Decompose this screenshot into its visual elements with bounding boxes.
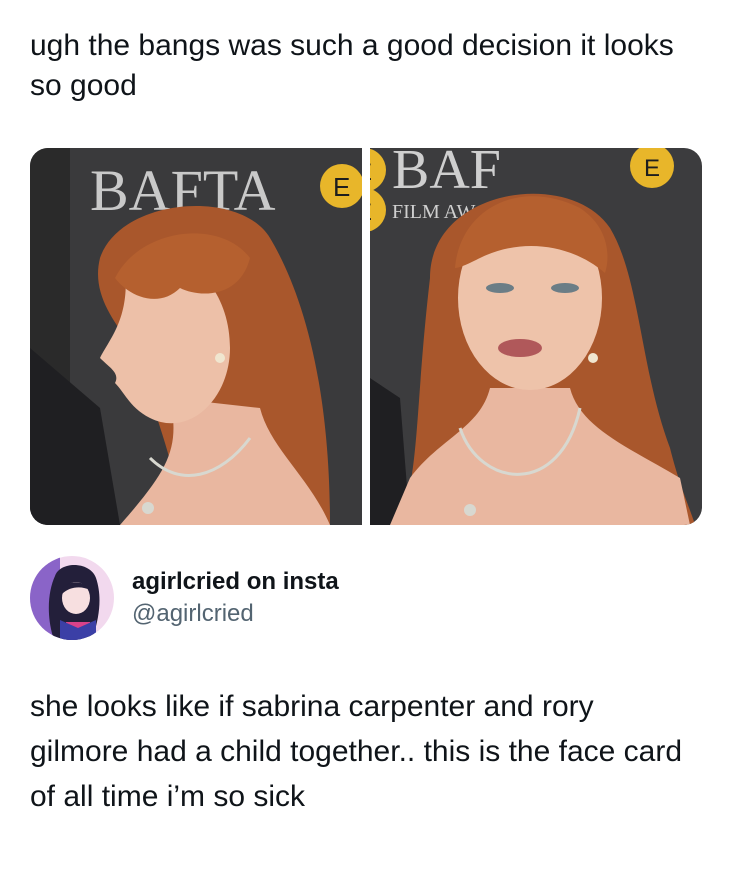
backdrop-text-right: BAF (392, 148, 501, 201)
photo-right[interactable]: E E BAF FILM AW E (370, 148, 702, 525)
badge-top-right-photo: E (370, 159, 372, 186)
avatar-image (30, 556, 114, 640)
author-handle[interactable]: @agirlcried (132, 598, 339, 630)
author-name[interactable]: agirlcried on insta (132, 566, 339, 598)
avatar[interactable] (30, 556, 114, 640)
photo-left[interactable]: BAFTA E (30, 148, 362, 525)
photo-left-image: BAFTA E (30, 148, 362, 525)
badge-left: E (333, 172, 350, 202)
post-text: ugh the bangs was such a good decision i… (30, 29, 674, 102)
media-grid[interactable]: BAFTA E E E BAF F (30, 148, 702, 525)
photo-right-image: E E BAF FILM AW E (370, 148, 702, 525)
quoted-author[interactable]: agirlcried on insta @agirlcried (30, 556, 339, 640)
quoted-text: she looks like if sabrina carpenter and … (30, 690, 683, 813)
corner-badge: E (644, 155, 660, 182)
badge-bottom-right-photo: E (370, 199, 372, 226)
